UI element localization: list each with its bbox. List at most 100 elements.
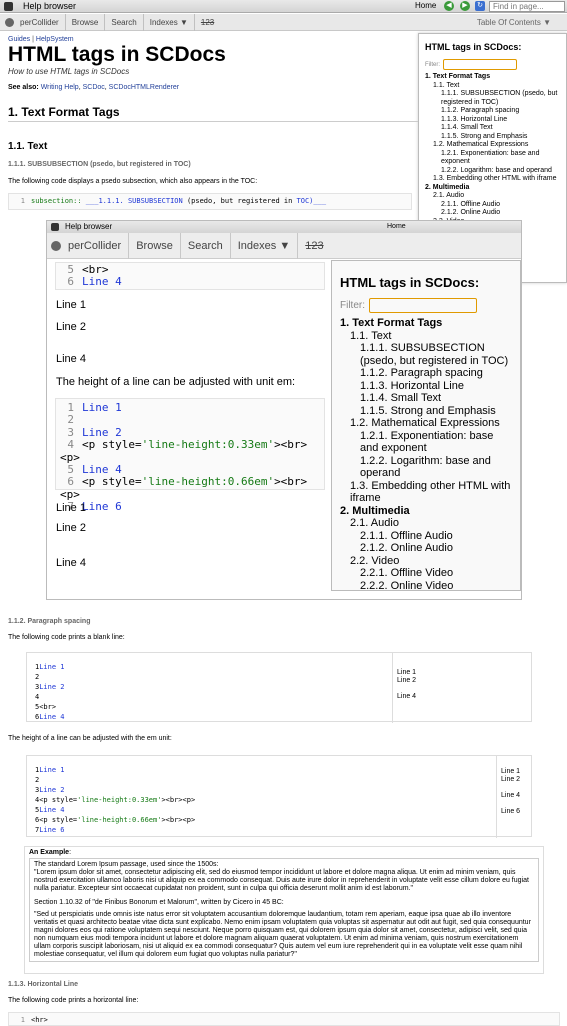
shot-toc-item[interactable]: 1.2. Mathematical Expressions: [340, 417, 512, 430]
shot-toc-title: HTML tags in SCDocs:: [340, 275, 480, 290]
toc-item[interactable]: 1.1.1. SUBSUBSECTION (psedo, but registe…: [425, 90, 560, 107]
lorem-quote-1: "Lorem ipsum dolor sit amet, consectetur…: [34, 869, 529, 892]
toc-item[interactable]: 2.1.1. Offline Audio: [425, 201, 560, 210]
example-2-output-line: Line 6: [501, 808, 521, 815]
lorem-example-box: An Example: The standard Lorem Ipsum pas…: [24, 846, 544, 974]
toc-item[interactable]: 2.1. Audio: [425, 192, 560, 201]
shot-nav-indexes: Indexes ▼: [231, 232, 299, 259]
shot-code-mid-line: 7 Line 6: [67, 500, 122, 514]
paragraph-1: The following code displays a psedo subs…: [8, 178, 258, 185]
nav-brand[interactable]: perCollider: [14, 13, 66, 31]
toc-item[interactable]: 1.1. Text: [425, 82, 560, 91]
example-1-code-line: 6Line 4: [35, 713, 65, 721]
window-titlebar: Help browser Home ◀ ▶ ↻ Find in page...: [0, 0, 567, 13]
shot-toc-item[interactable]: 1.1.4. Small Text: [340, 392, 512, 405]
crumb-helpsystem[interactable]: HelpSystem: [36, 36, 74, 43]
shot-line-2: Line 2: [56, 321, 86, 333]
shot-nav-search: Search: [181, 232, 231, 259]
forward-arrow-icon[interactable]: ▶: [460, 1, 470, 11]
toc-item[interactable]: 1.2. Mathematical Expressions: [425, 141, 560, 150]
see-also-writing-help[interactable]: Writing Help: [41, 84, 79, 91]
toc-item[interactable]: 1.2.1. Exponentiation: base and exponent: [425, 150, 560, 167]
shot-home-link: Home: [387, 223, 406, 230]
shot-toc-item[interactable]: 1.1.2. Paragraph spacing: [340, 367, 512, 380]
see-also-renderer[interactable]: SCDocHTMLRenderer: [109, 84, 179, 91]
example-2-code-line: 1Line 1: [35, 766, 65, 774]
shot-code-top-line: 6 Line 4: [67, 275, 122, 289]
example-2-output-line: [501, 784, 520, 792]
nav-bar: perCollider Browse Search Indexes ▼ 123 …: [0, 13, 567, 31]
shot-toc-item[interactable]: 1.1.1. SUBSUBSECTION (psedo, but registe…: [340, 342, 512, 367]
shot-app-icon: [51, 223, 59, 231]
shot-code-mid-line: 4 <p style='line-height:0.33em'><br><p>: [60, 438, 308, 464]
back-arrow-icon[interactable]: ◀: [444, 1, 454, 11]
example-2-output-line: Line 2: [501, 776, 521, 783]
nav-browse[interactable]: Browse: [66, 13, 106, 31]
toc-filter-input[interactable]: [443, 59, 517, 70]
supercollider-logo-icon: [5, 17, 14, 27]
shot-toc-item[interactable]: 1.2.2. Logarithm: base and operand: [340, 455, 512, 480]
example-1-code-line: 1Line 1: [35, 663, 65, 671]
shot-toc-item[interactable]: 2.1.1. Offline Audio: [340, 530, 512, 543]
example-2-code-line: 7Line 6: [35, 826, 65, 834]
subsubsection-heading-1-1-3: 1.1.3. Horizontal Line: [8, 981, 79, 988]
toc-item[interactable]: 1.1.2. Paragraph spacing: [425, 107, 560, 116]
shot-nav-browse: Browse: [129, 232, 181, 259]
shot-nav-hash: 123: [305, 239, 324, 252]
toc-item[interactable]: 1. Text Format Tags: [425, 73, 560, 82]
nav-indexes[interactable]: Indexes ▼: [144, 13, 195, 31]
toc-title: HTML tags in SCDocs:: [425, 42, 522, 52]
toc-item[interactable]: 1.3. Embedding other HTML with iframe: [425, 175, 560, 184]
shot-toc-filter-input: [369, 298, 477, 313]
shot-toc-item[interactable]: 2.1. Audio: [340, 517, 512, 530]
shot-line-2b: Line 2: [56, 522, 86, 534]
example-line-height: 1Line 1 2 3Line 2 4<p style='line-height:0…: [26, 755, 532, 838]
find-in-page-input[interactable]: Find in page...: [489, 1, 565, 12]
reload-icon[interactable]: ↻: [475, 1, 485, 11]
shot-toc-item[interactable]: 1.1.3. Horizontal Line: [340, 380, 512, 393]
nav-hash[interactable]: 123: [195, 14, 220, 31]
lorem-example-inner: The standard Lorem Ipsum passage, used s…: [29, 858, 539, 962]
see-also-scdoc[interactable]: SCDoc: [83, 84, 105, 91]
shot-toc-list: 1. Text Format Tags 1.1. Text 1.1.1. SUBSU…: [340, 317, 512, 592]
crumb-guides[interactable]: Guides: [8, 36, 30, 43]
example-2-code-line: 6<p style='line-height:0.66em'><br><p>: [35, 816, 196, 824]
shot-line-1: Line 1: [56, 299, 86, 311]
shot-toc-item[interactable]: 1.2.1. Exponentiation: base and exponent: [340, 430, 512, 455]
example-1-output-line: Line 1: [397, 669, 417, 676]
example-1-code: 1Line 1 2 3Line 2 4 5<br> 6Line 4: [27, 653, 393, 723]
toc-item[interactable]: 2. Multimedia: [425, 184, 560, 193]
shot-code-mid-line: 1 Line 1: [67, 401, 122, 414]
toc-item[interactable]: 1.1.4. Small Text: [425, 124, 560, 133]
shot-toc-item[interactable]: 2.2.2. Online Video: [340, 580, 512, 593]
shot-toc-item[interactable]: 1.1.5. Strong and Emphasis: [340, 405, 512, 418]
shot-toc-item[interactable]: 2.2.1. Offline Video: [340, 567, 512, 580]
embedded-screenshot: Help browser Home perCollider Browse Sea…: [46, 220, 522, 600]
example-2-code-line: 4<p style='line-height:0.33em'><br><p>: [35, 796, 196, 804]
example-1-code-line: 5<br>: [35, 703, 57, 711]
shot-toc-item[interactable]: 1. Text Format Tags: [340, 317, 512, 330]
subsubsection-heading-1-1-2: 1.1.2. Paragraph spacing: [8, 618, 91, 625]
toc-item[interactable]: 1.1.5. Strong and Emphasis: [425, 133, 560, 142]
shot-toc-item[interactable]: 1.3. Embedding other HTML with iframe: [340, 480, 512, 505]
shot-nav-bar: perCollider Browse Search Indexes ▼ 123: [47, 232, 521, 259]
shot-toc-item[interactable]: 2.2. Video: [340, 555, 512, 568]
shot-toc-item[interactable]: 1.1. Text: [340, 330, 512, 343]
toc-item[interactable]: 1.1.3. Horizontal Line: [425, 116, 560, 125]
home-link[interactable]: Home: [415, 1, 436, 10]
table-of-contents-toggle[interactable]: Table Of Contents ▼: [477, 14, 551, 31]
example-2-code-line: 2: [35, 776, 40, 784]
lorem-section-intro: Section 1.10.32 of "de Finibus Bonorum e…: [34, 899, 284, 906]
shot-toc-item[interactable]: 2.1.2. Online Audio: [340, 542, 512, 555]
shot-paragraph: The height of a line can be adjusted wit…: [56, 376, 296, 388]
nav-search[interactable]: Search: [105, 13, 144, 31]
shot-line-4: Line 4: [56, 353, 86, 365]
toc-item[interactable]: 2.1.2. Online Audio: [425, 209, 560, 218]
paragraph-2: The following code prints a blank line:: [8, 634, 125, 641]
toc-item[interactable]: 1.2.2. Logarithm: base and operand: [425, 167, 560, 176]
shot-toc-filter: Filter:: [340, 298, 512, 313]
shot-title: Help browser: [65, 222, 113, 231]
shot-line-4b: Line 4: [56, 557, 86, 569]
shot-toc-item[interactable]: 2. Multimedia: [340, 505, 512, 518]
shot-nav-brand: perCollider: [61, 232, 130, 259]
